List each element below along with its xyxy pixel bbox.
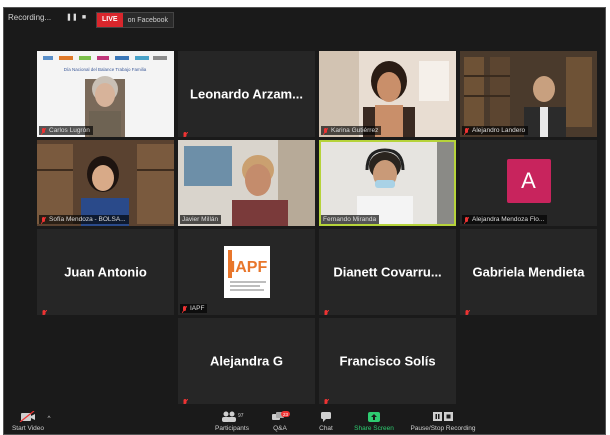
chat-icon bbox=[321, 412, 331, 422]
muted-mic-icon bbox=[182, 393, 189, 404]
participant-tile[interactable]: Día Nacional del Balance Trabajo Familia… bbox=[37, 51, 174, 137]
participant-tile[interactable]: Alejandro Landero bbox=[460, 51, 597, 137]
qa-icon: 23 bbox=[272, 411, 290, 420]
pause-stop-recording-button[interactable]: Pause/Stop Recording bbox=[408, 411, 478, 432]
participants-count: 97 bbox=[238, 413, 244, 419]
participant-video bbox=[37, 140, 174, 226]
live-destination: on Facebook bbox=[127, 16, 169, 24]
participants-label: Participants bbox=[215, 425, 249, 432]
participant-tile[interactable]: Leonardo Arzam... bbox=[178, 51, 315, 137]
participant-video bbox=[460, 51, 597, 137]
live-stream-indicator[interactable]: LIVE on Facebook bbox=[96, 12, 175, 28]
participant-video bbox=[319, 140, 456, 226]
muted-mic-icon bbox=[464, 304, 471, 315]
participant-display-name: Francisco Solís bbox=[339, 353, 436, 369]
muted-mic-icon bbox=[41, 304, 48, 315]
pause-recording-icon[interactable]: ❚❚ bbox=[66, 14, 78, 22]
muted-mic-icon bbox=[182, 305, 187, 313]
video-options-chevron-icon[interactable]: ^ bbox=[44, 415, 54, 422]
participant-display-name: Juan Antonio bbox=[64, 264, 147, 280]
muted-mic-icon bbox=[41, 216, 46, 224]
participant-label: IAPF bbox=[180, 304, 208, 313]
iapf-logo: IAPF bbox=[224, 246, 270, 298]
participant-tile[interactable]: Francisco Solís bbox=[319, 318, 456, 404]
participants-button[interactable]: 97 Participants bbox=[208, 411, 256, 432]
muted-mic-icon bbox=[41, 127, 46, 135]
muted-mic-icon bbox=[464, 216, 469, 224]
participant-display-name: Leonardo Arzam... bbox=[190, 86, 303, 102]
stop-recording-icon[interactable]: ■ bbox=[80, 14, 88, 22]
participant-name: Sofía Mendoza - BOLSA... bbox=[49, 216, 126, 223]
participant-name: Alejandro Landero bbox=[472, 127, 526, 134]
qa-label: Q&A bbox=[273, 425, 287, 432]
muted-mic-icon bbox=[323, 127, 328, 135]
slide-title: Día Nacional del Balance Trabajo Familia bbox=[64, 67, 147, 72]
participant-name: Carlos Lugrón bbox=[49, 127, 90, 134]
participant-name: Javier Millán bbox=[182, 216, 219, 223]
recording-bar: Recording... ❚❚ ■ LIVE on Facebook bbox=[4, 8, 605, 30]
participant-tile[interactable]: Sofía Mendoza - BOLSA... bbox=[37, 140, 174, 226]
logo-text: IAPF bbox=[231, 259, 268, 276]
participant-label: Alejandro Landero bbox=[462, 126, 529, 135]
participant-name: Karina Gutiérrez bbox=[331, 127, 379, 134]
participant-name: Alejandra Mendoza Flo... bbox=[472, 216, 545, 223]
participant-avatar: A bbox=[506, 159, 551, 203]
muted-mic-icon bbox=[323, 304, 330, 315]
chat-label: Chat bbox=[319, 425, 333, 432]
participant-tile[interactable]: Gabriela Mendieta bbox=[460, 229, 597, 315]
muted-mic-icon bbox=[323, 393, 330, 404]
muted-mic-icon bbox=[464, 127, 469, 135]
participant-tile[interactable]: Alejandra G bbox=[178, 318, 315, 404]
participant-name: Fernando Miranda bbox=[323, 216, 377, 223]
participant-label: Alejandra Mendoza Flo... bbox=[462, 215, 548, 224]
participant-display-name: Dianett Covarru... bbox=[333, 264, 442, 280]
share-screen-icon bbox=[368, 412, 380, 422]
start-video-button[interactable]: Start Video bbox=[8, 411, 48, 432]
participant-label: Fernando Miranda bbox=[321, 215, 380, 224]
active-speaker-tile[interactable]: Fernando Miranda bbox=[319, 140, 456, 226]
participant-tile[interactable]: Juan Antonio bbox=[37, 229, 174, 315]
chat-button[interactable]: Chat bbox=[312, 411, 340, 432]
participant-name: IAPF bbox=[190, 305, 205, 312]
participants-icon: 97 bbox=[222, 411, 244, 422]
participant-display-name: Gabriela Mendieta bbox=[472, 264, 585, 280]
share-screen-button[interactable]: Share Screen bbox=[350, 411, 398, 432]
participant-tile[interactable]: Dianett Covarru... bbox=[319, 229, 456, 315]
qa-button[interactable]: 23 Q&A bbox=[266, 411, 294, 432]
participant-label: Javier Millán bbox=[180, 215, 222, 224]
share-screen-label: Share Screen bbox=[354, 425, 394, 432]
pause-stop-icon bbox=[433, 412, 453, 421]
participant-label: Sofía Mendoza - BOLSA... bbox=[39, 215, 129, 224]
participant-label: Karina Gutiérrez bbox=[321, 126, 382, 135]
participant-tile[interactable]: Karina Gutiérrez bbox=[319, 51, 456, 137]
muted-mic-icon bbox=[182, 126, 189, 137]
participant-video bbox=[319, 51, 456, 137]
recording-status: Recording... bbox=[8, 13, 52, 22]
video-off-icon bbox=[19, 411, 35, 422]
participant-tile[interactable]: IAPF IAPF bbox=[178, 229, 315, 315]
qa-badge: 23 bbox=[283, 412, 289, 417]
participant-tile[interactable]: Javier Millán bbox=[178, 140, 315, 226]
live-badge: LIVE bbox=[97, 13, 123, 27]
meeting-controls-toolbar: Start Video ^ 97 Participants 23 Q&A Cha… bbox=[4, 404, 605, 434]
start-video-label: Start Video bbox=[11, 425, 45, 432]
shared-slide-video: Día Nacional del Balance Trabajo Familia bbox=[37, 51, 174, 137]
participant-display-name: Alejandra G bbox=[210, 353, 283, 369]
zoom-meeting-window: Recording... ❚❚ ■ LIVE on Facebook Día N… bbox=[3, 7, 606, 435]
participant-tile[interactable]: A Alejandra Mendoza Flo... bbox=[460, 140, 597, 226]
participant-label: Carlos Lugrón bbox=[39, 126, 93, 135]
participant-video bbox=[178, 140, 315, 226]
pause-stop-recording-label: Pause/Stop Recording bbox=[410, 425, 476, 432]
